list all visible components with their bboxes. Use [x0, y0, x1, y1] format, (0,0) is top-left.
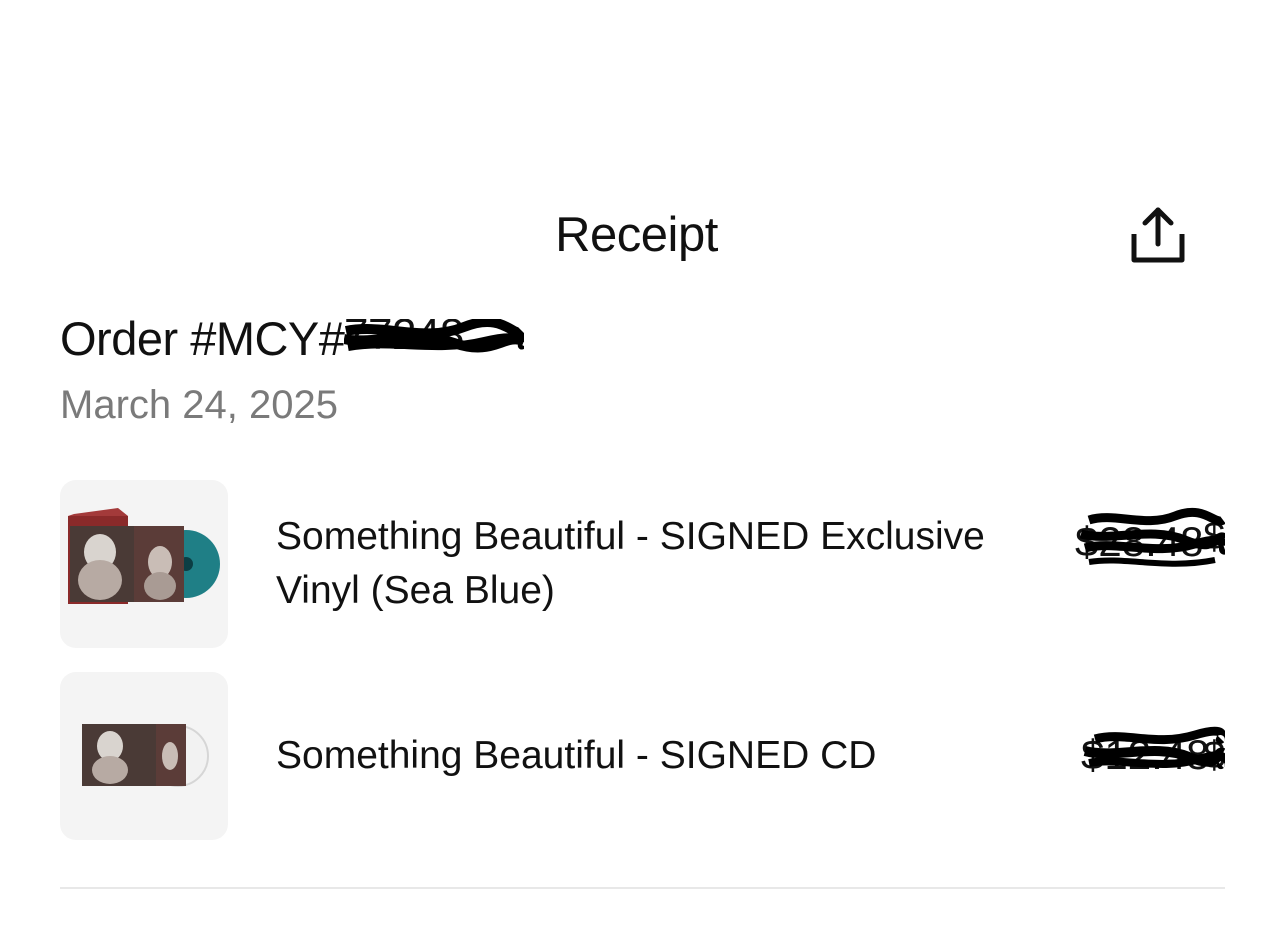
item-price-currency: $	[1203, 515, 1225, 558]
page-title: Receipt	[555, 208, 718, 262]
cd-product-image[interactable]	[60, 672, 228, 840]
cd-cover-art	[82, 724, 209, 787]
share-icon	[1131, 207, 1185, 263]
item-title[interactable]: Something Beautiful - SIGNED Exclusive V…	[276, 510, 1036, 618]
divider	[60, 887, 1225, 889]
order-date: March 24, 2025	[60, 383, 338, 427]
order-number-label: Order #MCY#	[60, 312, 345, 365]
item-title[interactable]: Something Beautiful - SIGNED CD	[276, 729, 1036, 783]
order-number-redaction: 77248	[344, 318, 525, 355]
list-item[interactable]: Something Beautiful - SIGNED CD $ $12.48	[60, 672, 1225, 840]
svg-text:$28.48: $28.48	[1075, 518, 1203, 565]
item-price-currency: $	[1203, 734, 1225, 777]
order-number: Order #MCY# 77248	[60, 308, 525, 370]
share-button[interactable]	[1120, 200, 1196, 270]
item-price: $ $12.48	[1075, 726, 1225, 783]
vinyl-cover-art	[68, 508, 220, 604]
vinyl-product-image[interactable]	[60, 480, 228, 648]
item-price: $ $28.48	[1075, 507, 1225, 567]
svg-text:$12.48: $12.48	[1081, 731, 1209, 778]
list-item[interactable]: Something Beautiful - SIGNED Exclusive V…	[60, 480, 1225, 648]
